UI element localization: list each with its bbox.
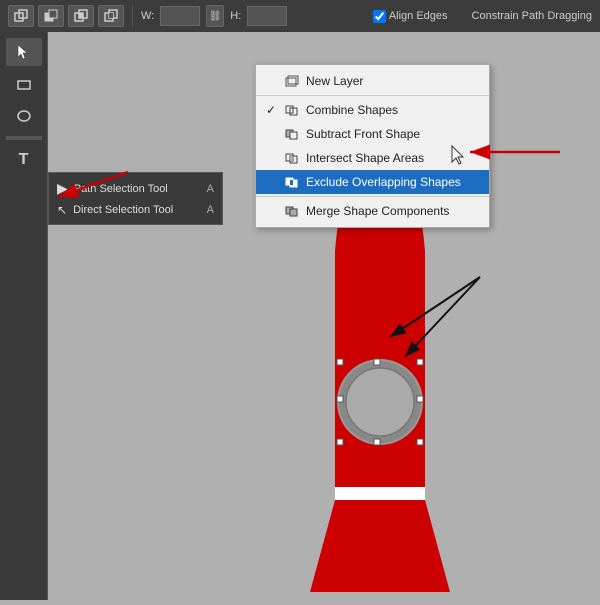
menu-item-new-layer[interactable]: New Layer: [256, 69, 489, 93]
exclude-overlapping-label: Exclude Overlapping Shapes: [306, 175, 461, 189]
toolbox-panel: T: [0, 32, 48, 600]
new-layer-icon: [284, 73, 300, 89]
shape-tool-btn[interactable]: [6, 70, 42, 98]
align-edges-label: Align Edges: [389, 10, 448, 22]
merge-components-label: Merge Shape Components: [306, 204, 449, 218]
combine-shapes-label: Combine Shapes: [306, 103, 398, 117]
menu-separator-2: [256, 196, 489, 197]
toolbar-shape-btn-3[interactable]: [68, 5, 94, 27]
new-layer-label: New Layer: [306, 74, 363, 88]
merge-components-icon: [284, 203, 300, 219]
constrain-path-label: Constrain Path Dragging: [472, 10, 592, 22]
exclude-overlapping-check: [266, 175, 278, 189]
toolbar-shape-btn-1[interactable]: [8, 5, 34, 27]
menu-item-combine-shapes[interactable]: ✓ Combine Shapes: [256, 98, 489, 122]
width-label: W:: [141, 10, 154, 22]
intersect-areas-icon: [284, 150, 300, 166]
path-selection-tool-btn[interactable]: [6, 38, 42, 66]
height-label: H:: [230, 10, 241, 22]
subtract-front-label: Subtract Front Shape: [306, 127, 420, 141]
red-arrow-right: [460, 132, 580, 172]
path-selection-shortcut: A: [207, 183, 214, 195]
menu-item-merge-components[interactable]: Merge Shape Components: [256, 199, 489, 223]
type-tool-btn[interactable]: T: [6, 146, 42, 174]
exclude-overlapping-icon: [284, 174, 300, 190]
canvas-area: T ▶ Path Selection Tool A ↖ Direct Selec…: [0, 32, 600, 600]
toolbox-separator-1: [6, 136, 42, 140]
black-arrows-window: [370, 272, 490, 372]
align-edges-checkbox-group[interactable]: Align Edges: [373, 10, 448, 23]
subtract-front-icon: [284, 126, 300, 142]
align-edges-checkbox[interactable]: [373, 10, 386, 23]
ellipse-tool-btn[interactable]: [6, 102, 42, 130]
height-input[interactable]: [247, 6, 287, 26]
red-arrow-toolbox: [48, 162, 148, 212]
intersect-areas-check: [266, 151, 278, 165]
combine-shapes-icon: [284, 102, 300, 118]
subtract-front-check: [266, 127, 278, 141]
toolbar-shape-btn-2[interactable]: [38, 5, 64, 27]
combine-shapes-check: ✓: [266, 103, 278, 117]
direct-selection-shortcut: A: [207, 204, 214, 216]
menu-item-subtract-front[interactable]: Subtract Front Shape: [256, 122, 489, 146]
menu-separator-1: [256, 95, 489, 96]
new-layer-check: [266, 74, 278, 88]
width-input[interactable]: [160, 6, 200, 26]
toolbar-shape-btn-4[interactable]: [98, 5, 124, 27]
top-toolbar: W: ⛓ H: Align Edges Constrain Path Dragg…: [0, 0, 600, 32]
cursor-pointer: [450, 144, 470, 168]
toolbar-left-group: [8, 5, 133, 27]
intersect-areas-label: Intersect Shape Areas: [306, 151, 424, 165]
menu-item-exclude-overlapping[interactable]: Exclude Overlapping Shapes: [256, 170, 489, 194]
merge-components-check: [266, 204, 278, 218]
link-btn[interactable]: ⛓: [206, 5, 224, 27]
